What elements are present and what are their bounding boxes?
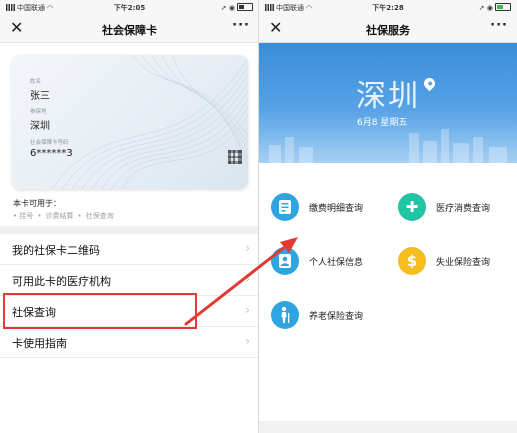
service-label: 失业保险查询 xyxy=(436,258,491,268)
name-value: 张三 xyxy=(30,91,50,102)
section-divider xyxy=(0,226,259,234)
location-pin-icon[interactable] xyxy=(421,75,438,92)
service-label: 缴费明细查询 xyxy=(309,204,364,214)
more-options-icon[interactable]: ··· xyxy=(490,18,508,33)
alarm-icon: ◉ xyxy=(486,4,493,12)
service-label: 养老保险查询 xyxy=(309,312,364,322)
battery-icon xyxy=(237,3,253,11)
services-grid: 缴费明细查询 ✚ 医疗消费查询 个人社保信息 $ 失业保险查询 养老保险查询 xyxy=(259,163,517,433)
skyline-illustration xyxy=(269,129,507,163)
highlight-annotation-box xyxy=(3,293,197,329)
page-title: 社会保障卡 xyxy=(102,24,157,37)
service-label: 个人社保信息 xyxy=(309,258,364,268)
list-item-medical-institutions[interactable]: 可用此卡的医疗机构 › xyxy=(0,265,259,296)
page-title: 社保服务 xyxy=(366,24,410,37)
list-item-label: 可用此卡的医疗机构 xyxy=(12,275,111,288)
city-name: 深圳 xyxy=(356,79,420,114)
medical-cross-icon: ✚ xyxy=(398,193,426,221)
usage-list: • 挂号 • 诊费结算 • 社保查询 xyxy=(13,212,114,220)
usage-title: 本卡可用于： xyxy=(13,199,61,208)
banner-date: 6月8 星期五 xyxy=(357,118,408,128)
payment-detail-icon xyxy=(271,193,299,221)
social-security-card-screen: 中国联通 ◠ 下午2:05 ➚ ◉ ✕ 社会保障卡 ··· 姓名 张三 参保地 … xyxy=(0,0,259,433)
list-item-qr-code[interactable]: 我的社保卡二维码 › xyxy=(0,234,259,265)
list-item-card-guide[interactable]: 卡使用指南 › xyxy=(0,327,259,358)
usage-item: 诊费结算 xyxy=(45,212,74,220)
nav-bar: ✕ 社保服务 ··· xyxy=(259,16,517,43)
usage-item: 挂号 xyxy=(19,212,34,220)
name-label: 姓名 xyxy=(30,79,42,85)
region-value: 深圳 xyxy=(30,121,50,132)
region-label: 参保地 xyxy=(30,109,47,115)
status-bar: 中国联通 ◠ 下午2:28 ➚ ◉ xyxy=(259,0,517,16)
status-bar: 中国联通 ◠ 下午2:05 ➚ ◉ xyxy=(0,0,259,16)
alarm-icon: ◉ xyxy=(228,4,235,12)
person-info-icon xyxy=(271,247,299,275)
social-security-card[interactable]: 姓名 张三 参保地 深圳 社会保障卡号码 6******3 xyxy=(12,55,248,189)
service-label: 医疗消费查询 xyxy=(436,204,491,214)
nav-bar: ✕ 社会保障卡 ··· xyxy=(0,16,259,43)
chevron-right-icon: › xyxy=(245,334,250,348)
bottom-divider xyxy=(259,421,517,433)
chevron-right-icon: › xyxy=(245,303,250,317)
card-number-value: 6******3 xyxy=(30,148,73,159)
location-icon: ➚ xyxy=(220,4,227,12)
dollar-icon: $ xyxy=(398,247,426,275)
list-item-label: 我的社保卡二维码 xyxy=(12,244,100,257)
chevron-right-icon: › xyxy=(245,241,250,255)
social-security-services-screen: 中国联通◠ 下午2:28 ➚ ◉ ✕ 社保服务 ··· 深圳 6月8 星期五 xyxy=(259,0,517,433)
list-item-label: 卡使用指南 xyxy=(12,337,67,350)
usage-item: 社保查询 xyxy=(85,212,114,220)
more-options-icon[interactable]: ··· xyxy=(232,18,250,33)
battery-icon xyxy=(495,3,511,11)
card-number-label: 社会保障卡号码 xyxy=(30,140,69,146)
chevron-right-icon: › xyxy=(245,272,250,286)
location-icon: ➚ xyxy=(478,4,485,12)
elderly-icon xyxy=(271,301,299,329)
city-banner: 深圳 6月8 星期五 xyxy=(259,43,517,163)
usage-bullet: • xyxy=(13,212,18,220)
